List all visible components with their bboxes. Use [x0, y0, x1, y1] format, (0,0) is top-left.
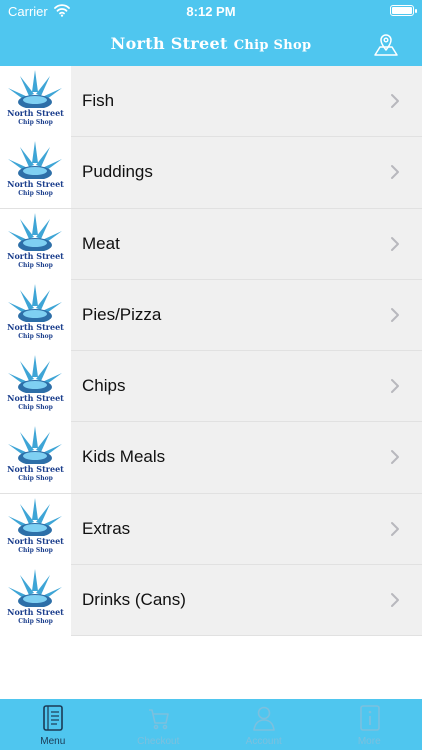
tab-checkout[interactable]: Checkout: [106, 699, 212, 750]
menu-row-puddings[interactable]: North Street Chip Shop Puddings: [0, 137, 422, 209]
menu-row-label: Chips: [82, 376, 126, 396]
chevron-right-icon: [391, 521, 399, 536]
logo-line1: North Street: [7, 108, 64, 118]
logo-thumbnail: North Street Chip Shop: [0, 66, 71, 137]
tab-label: Account: [245, 736, 282, 747]
menu-row-label: Meat: [82, 233, 120, 253]
logo-line1: North Street: [7, 179, 64, 189]
menu-row-chips[interactable]: North Street Chip Shop Chips: [0, 351, 422, 423]
logo-thumbnail: North Street Chip Shop: [0, 493, 71, 565]
chevron-right-icon: [391, 450, 399, 465]
logo-thumbnail: North Street Chip Shop: [0, 422, 71, 494]
chevron-right-icon: [391, 307, 399, 322]
logo-line2: Chip Shop: [18, 333, 53, 340]
location-map-icon[interactable]: [372, 31, 400, 59]
logo-line1: North Street: [7, 536, 64, 546]
menu-row-label: Drinks (Cans): [82, 590, 186, 610]
info-icon: [359, 705, 380, 731]
logo-line2: Chip Shop: [18, 190, 53, 197]
menu-row-kids-meals[interactable]: North Street Chip Shop Kids Meals: [0, 422, 422, 494]
menu-row-label: Pies/Pizza: [82, 304, 162, 324]
battery-icon: [390, 5, 417, 16]
menu-category-list: North Street Chip Shop Fish North Street: [0, 66, 422, 637]
menu-row-extras[interactable]: North Street Chip Shop Extras: [0, 493, 422, 566]
app-title-sub: Chip Shop: [233, 38, 312, 53]
chevron-right-icon: [391, 593, 399, 608]
menu-row-label: Extras: [82, 518, 131, 538]
tab-label: Menu: [40, 736, 66, 747]
tab-label: More: [357, 736, 381, 747]
chevron-right-icon: [391, 165, 399, 180]
menu-row-fish[interactable]: North Street Chip Shop Fish: [0, 66, 422, 138]
logo-line2: Chip Shop: [18, 119, 53, 126]
menu-book-icon: [43, 705, 63, 731]
logo-thumbnail: North Street Chip Shop: [0, 137, 71, 209]
logo-line1: North Street: [7, 322, 64, 332]
menu-row-label: Fish: [82, 91, 115, 110]
app-title: North Street Chip Shop: [0, 34, 422, 53]
logo-line2: Chip Shop: [18, 618, 53, 625]
menu-row-label: Kids Meals: [82, 447, 166, 467]
logo-line2: Chip Shop: [18, 475, 53, 482]
logo-line1: North Street: [7, 251, 64, 261]
status-bar: Carrier 8:12 PM: [0, 0, 422, 22]
tab-bar: Menu Checkout Account More: [0, 699, 422, 750]
cart-icon: [148, 709, 169, 730]
menu-row-pies-pizza[interactable]: North Street Chip Shop Pies/Pizza: [0, 279, 422, 352]
logo-thumbnail: North Street Chip Shop: [0, 351, 71, 423]
clock-time: 8:12 PM: [186, 4, 236, 19]
logo-line2: Chip Shop: [18, 547, 53, 554]
logo-thumbnail: North Street Chip Shop: [0, 565, 71, 637]
menu-row-meat[interactable]: North Street Chip Shop Meat: [0, 208, 422, 280]
app-title-main: North Street: [110, 34, 228, 53]
tab-more[interactable]: More: [317, 699, 422, 750]
logo-line2: Chip Shop: [18, 262, 53, 269]
chevron-right-icon: [391, 236, 399, 251]
logo-line1: North Street: [7, 464, 64, 474]
nav-header: Carrier 8:12 PM North Street Chip Shop: [0, 0, 422, 66]
chevron-right-icon: [391, 94, 399, 108]
logo-line1: North Street: [7, 607, 64, 617]
person-icon: [253, 706, 275, 731]
tab-menu[interactable]: Menu: [0, 699, 106, 750]
chevron-right-icon: [391, 379, 399, 394]
logo-thumbnail: North Street Chip Shop: [0, 208, 71, 280]
tab-label: Checkout: [137, 736, 180, 747]
menu-row-drinks-cans[interactable]: North Street Chip Shop Drinks (Cans): [0, 565, 422, 637]
logo-thumbnail: North Street Chip Shop: [0, 279, 71, 351]
tab-account[interactable]: Account: [211, 699, 317, 750]
menu-row-label: Puddings: [82, 162, 153, 182]
logo-line2: Chip Shop: [18, 404, 53, 411]
logo-line1: North Street: [7, 393, 64, 403]
